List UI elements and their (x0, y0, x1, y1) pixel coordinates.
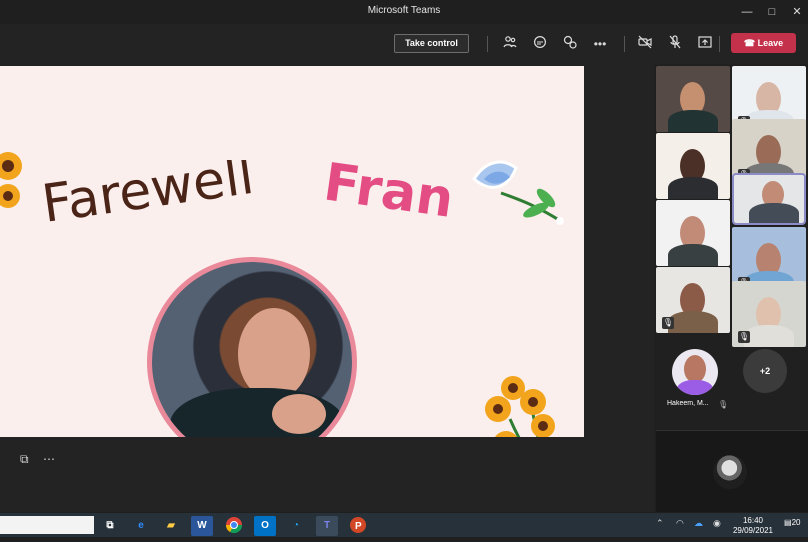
fran-profile-photo (147, 257, 357, 437)
self-avatar[interactable] (713, 455, 747, 489)
task-view-icon[interactable]: ⧉ (99, 516, 121, 536)
mic-muted-icon: 🎙 (662, 317, 674, 329)
teams-icon[interactable]: T (316, 516, 338, 536)
volume-icon[interactable]: ◉ (713, 518, 721, 529)
notification-count: 20 (791, 518, 801, 527)
mic-muted-icon: 🎙 (718, 400, 729, 409)
body-shape (668, 244, 718, 266)
clock-date: 29/09/2021 (732, 526, 774, 535)
body-shape (677, 380, 713, 395)
outlook-icon[interactable]: O (254, 516, 276, 536)
network-icon[interactable]: ◠ (676, 518, 684, 529)
leave-label: Leave (757, 38, 784, 48)
share-icon[interactable] (695, 34, 715, 54)
edge-icon[interactable]: ◔ (285, 516, 307, 536)
phone-icon: ☎ (743, 38, 758, 48)
more-options-icon[interactable]: ⋯ (43, 452, 55, 466)
chrome-icon[interactable] (223, 516, 245, 536)
close-icon[interactable]: ✕ (784, 3, 808, 21)
windows-taskbar (0, 513, 808, 537)
participant-video-tile[interactable] (732, 173, 806, 225)
participant-video-tile[interactable]: 🎙 (732, 281, 806, 347)
participant-video-tile[interactable] (656, 200, 730, 266)
onedrive-icon[interactable]: ☁ (694, 518, 703, 529)
more-participants-badge[interactable]: +2 (743, 349, 787, 393)
toolbar-divider (487, 36, 488, 52)
chevron-up-icon[interactable]: ⌃ (656, 518, 664, 529)
take-control-button[interactable]: Take control (394, 34, 469, 53)
leave-button[interactable]: ☎ Leave (731, 33, 796, 53)
minimize-icon[interactable]: — (734, 3, 760, 21)
body-shape (744, 325, 794, 347)
participant-name: Hakeem, M... (667, 400, 709, 407)
taskbar-search[interactable] (0, 516, 94, 534)
maximize-icon[interactable]: □ (759, 3, 785, 21)
farewell-slide: Farewell Fran (0, 66, 584, 437)
chat-icon[interactable] (530, 34, 550, 54)
toolbar-divider (719, 36, 720, 52)
edge-legacy-icon[interactable]: e (130, 516, 152, 536)
body-shape (668, 110, 718, 132)
body-shape (668, 177, 718, 199)
taskbar-clock[interactable]: 16:40 29/09/2021 (727, 516, 779, 536)
person-shape (684, 355, 706, 383)
people-icon[interactable] (500, 34, 520, 54)
toolbar-divider (624, 36, 625, 52)
blue-flower-sticker (472, 160, 564, 225)
copy-icon[interactable]: ⧉ (20, 452, 29, 467)
powerpoint-icon[interactable]: P (347, 516, 369, 536)
title-bar: Microsoft Teams — □ ✕ (0, 0, 808, 24)
more-icon[interactable]: ••• (590, 34, 610, 54)
slide-title: Farewell Fran (40, 160, 457, 235)
mic-muted-icon: 🎙 (738, 331, 750, 343)
participant-video-tile[interactable]: 🎙 (656, 267, 730, 333)
word-icon[interactable]: W (191, 516, 213, 536)
body-shape (749, 203, 799, 223)
sunflower-sticker (485, 376, 555, 437)
notification-center-icon[interactable]: ▤20 (784, 518, 802, 534)
participant-avatar[interactable] (672, 349, 718, 395)
hand-shape (272, 394, 326, 434)
reactions-icon[interactable] (560, 34, 580, 54)
left-sunflower-sticker (0, 152, 22, 208)
farewell-text: Farewell (40, 160, 257, 235)
file-explorer-icon[interactable]: ▰ (160, 516, 182, 536)
face-shape (238, 308, 310, 400)
participant-video-tile[interactable] (656, 133, 730, 199)
body-shape (668, 311, 718, 333)
fran-text: Fran (320, 160, 457, 230)
window-title: Microsoft Teams (367, 5, 441, 16)
participant-video-tile[interactable] (656, 66, 730, 132)
camera-off-icon[interactable] (635, 34, 655, 54)
clock-time: 16:40 (742, 516, 764, 525)
svg-text:P: P (355, 521, 362, 532)
mic-off-icon[interactable] (665, 34, 685, 54)
